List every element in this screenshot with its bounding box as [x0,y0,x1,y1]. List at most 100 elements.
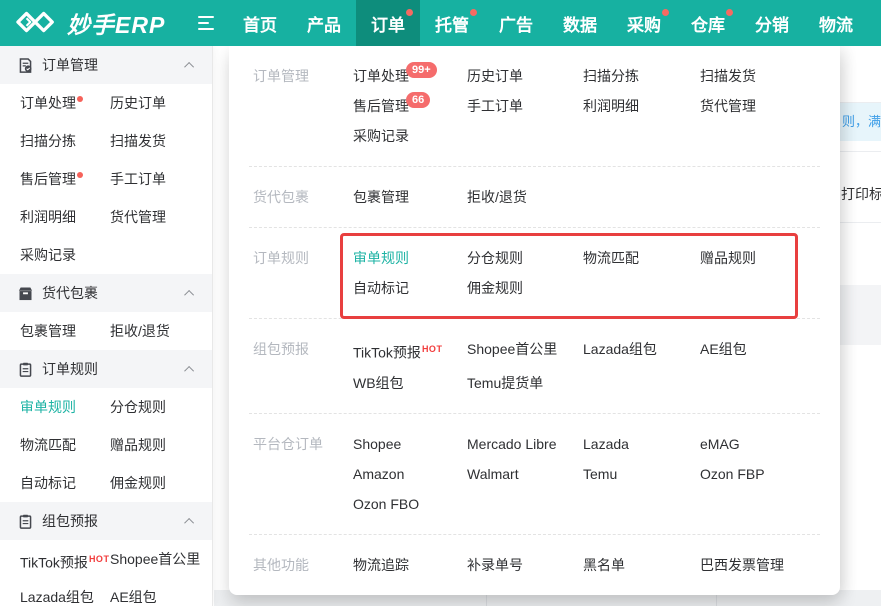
sidebar-item[interactable]: 自动标记 [20,464,110,502]
topbar-item-10[interactable]: 授权 [868,0,881,46]
menu-item[interactable]: 物流匹配 [583,243,645,273]
topbar-item-1[interactable]: 产品 [292,0,356,46]
sidebar-item-label: TikTok预报 [20,555,88,571]
menu-item[interactable]: Shopee [353,429,407,459]
menu-item[interactable]: Temu提货单 [467,368,549,398]
menu-item-label: 审单规则 [353,250,409,266]
topbar-item-9[interactable]: 物流 [804,0,868,46]
sidebar-item[interactable]: TikTok预报HOT [20,540,110,578]
count-badge: 99+ [406,62,437,78]
sidebar-item-label: 审单规则 [20,399,76,415]
menu-item[interactable]: 审单规则 [353,243,415,273]
app-logo[interactable]: 妙手ERP [0,6,196,40]
sidebar-section-header-2[interactable]: 订单规则 [0,350,212,388]
sidebar-item[interactable]: 扫描发货 [110,122,212,160]
menu-item-label: 自动标记 [353,280,409,296]
menu-item[interactable]: 巴西发票管理 [700,550,790,580]
sidebar-item[interactable]: Lazada组包 [20,578,110,606]
sidebar-item-label: 货代管理 [110,209,166,225]
sidebar-item[interactable]: 分仓规则 [110,388,212,426]
menu-item[interactable]: 赠品规则 [700,243,762,273]
sidebar-item[interactable]: 采购记录 [20,236,110,274]
topbar-item-8[interactable]: 分销 [740,0,804,46]
sidebar-item[interactable]: 订单处理 [20,84,110,122]
menu-item[interactable]: Ozon FBP [700,459,771,489]
menu-item[interactable]: 分仓规则 [467,243,529,273]
sidebar-section-header-3[interactable]: 组包预报 [0,502,212,540]
menu-item[interactable]: Amazon [353,459,410,489]
topbar-item-0[interactable]: 首页 [228,0,292,46]
menu-item[interactable]: 历史订单 [467,61,529,91]
menu-group-label: 平台仓订单 [253,429,353,459]
menu-item[interactable]: WB组包 [353,368,410,398]
menu-item[interactable]: Shopee首公里 [467,334,563,368]
menu-item[interactable]: 售后管理66 [353,91,436,121]
topbar-item-2[interactable]: 订单 [356,0,420,46]
menu-item[interactable]: 自动标记 [353,273,415,303]
menu-item[interactable]: 物流追踪 [353,550,415,580]
hot-badge: HOT [89,554,110,564]
sidebar-item-label: 拒收/退货 [110,323,170,339]
sidebar-item[interactable]: 审单规则 [20,388,110,426]
topbar-item-5[interactable]: 数据 [548,0,612,46]
sidebar-section-header-0[interactable]: 订单管理 [0,46,212,84]
sidebar-item[interactable]: 手工订单 [110,160,212,198]
menu-item[interactable]: 利润明细 [583,91,645,121]
menu-item[interactable]: 扫描发货 [700,61,762,91]
menu-item[interactable]: 佣金规则 [467,273,529,303]
sidebar-item[interactable]: 售后管理 [20,160,110,198]
topbar-item-label: 物流 [819,11,853,36]
sidebar-item[interactable]: AE组包 [110,578,212,606]
topbar-item-6[interactable]: 采购 [612,0,676,46]
menu-item[interactable]: TikTok预报HOT [353,334,448,368]
sidebar-section-header-1[interactable]: 货代包裹 [0,274,212,312]
sidebar-item[interactable]: 物流匹配 [20,426,110,464]
menu-item[interactable]: 补录单号 [467,550,529,580]
sidebar-item[interactable]: 包裹管理 [20,312,110,350]
sidebar-item[interactable]: 货代管理 [110,198,212,236]
sidebar-item-label: 佣金规则 [110,475,166,491]
sidebar-item[interactable]: 佣金规则 [110,464,212,502]
menu-group-items: TikTok预报HOT Shopee首公里 Lazada组包 AE组包 WB组包 Temu… [353,334,816,398]
sidebar-item[interactable]: 拒收/退货 [110,312,212,350]
clipboard-icon [18,514,33,529]
menu-item[interactable]: Ozon FBO [353,489,425,519]
menu-item-label: 订单处理 [353,68,409,84]
menu-item[interactable]: Lazada [583,429,635,459]
menu-item-label: 物流追踪 [353,557,409,573]
menu-item[interactable]: 拒收/退货 [467,182,533,212]
menu-item[interactable]: 货代管理 [700,91,762,121]
menu-item[interactable]: eMAG [700,429,746,459]
sidebar-item-label: AE组包 [110,589,157,605]
sidebar-item[interactable]: 赠品规则 [110,426,212,464]
menu-item-label: 包裹管理 [353,189,409,205]
menu-item-label: 扫描分拣 [583,68,639,84]
collapse-menu-icon[interactable] [198,16,218,31]
menu-item[interactable]: 订单处理99+ [353,61,443,91]
menu-item-label: TikTok预报 [353,345,421,361]
sidebar-item[interactable]: Shopee首公里 [110,540,212,578]
menu-item[interactable]: 扫描分拣 [583,61,645,91]
menu-item[interactable]: Temu [583,459,623,489]
menu-item[interactable]: 包裹管理 [353,182,415,212]
sidebar-item[interactable]: 扫描分拣 [20,122,110,160]
topbar-item-7[interactable]: 仓库 [676,0,740,46]
topbar-item-label: 广告 [499,11,533,36]
menu-item-label: Ozon FBO [353,496,419,512]
topbar-item-3[interactable]: 托管 [420,0,484,46]
menu-item[interactable]: AE组包 [700,334,753,368]
sidebar-section-items: 订单处理历史订单扫描分拣扫描发货售后管理手工订单利润明细货代管理采购记录 [0,84,212,274]
menu-item[interactable]: 采购记录 [353,121,415,151]
menu-item[interactable]: 黑名单 [583,550,631,580]
menu-item[interactable]: 手工订单 [467,91,529,121]
sidebar-item[interactable]: 历史订单 [110,84,212,122]
menu-group-3: 组包预报TikTok预报HOTShopee首公里Lazada组包AE组包WB组包… [249,318,820,413]
menu-item[interactable]: Lazada组包 [583,334,663,368]
sidebar-item[interactable]: 利润明细 [20,198,110,236]
topbar-item-4[interactable]: 广告 [484,0,548,46]
topbar-item-label: 采购 [627,11,661,36]
topbar: 妙手ERP 首页产品订单托管广告数据采购仓库分销物流授权 [0,0,881,46]
menu-item[interactable]: Walmart [467,459,525,489]
menu-item-label: Temu提货单 [467,375,543,391]
menu-item[interactable]: Mercado Libre [467,429,563,459]
